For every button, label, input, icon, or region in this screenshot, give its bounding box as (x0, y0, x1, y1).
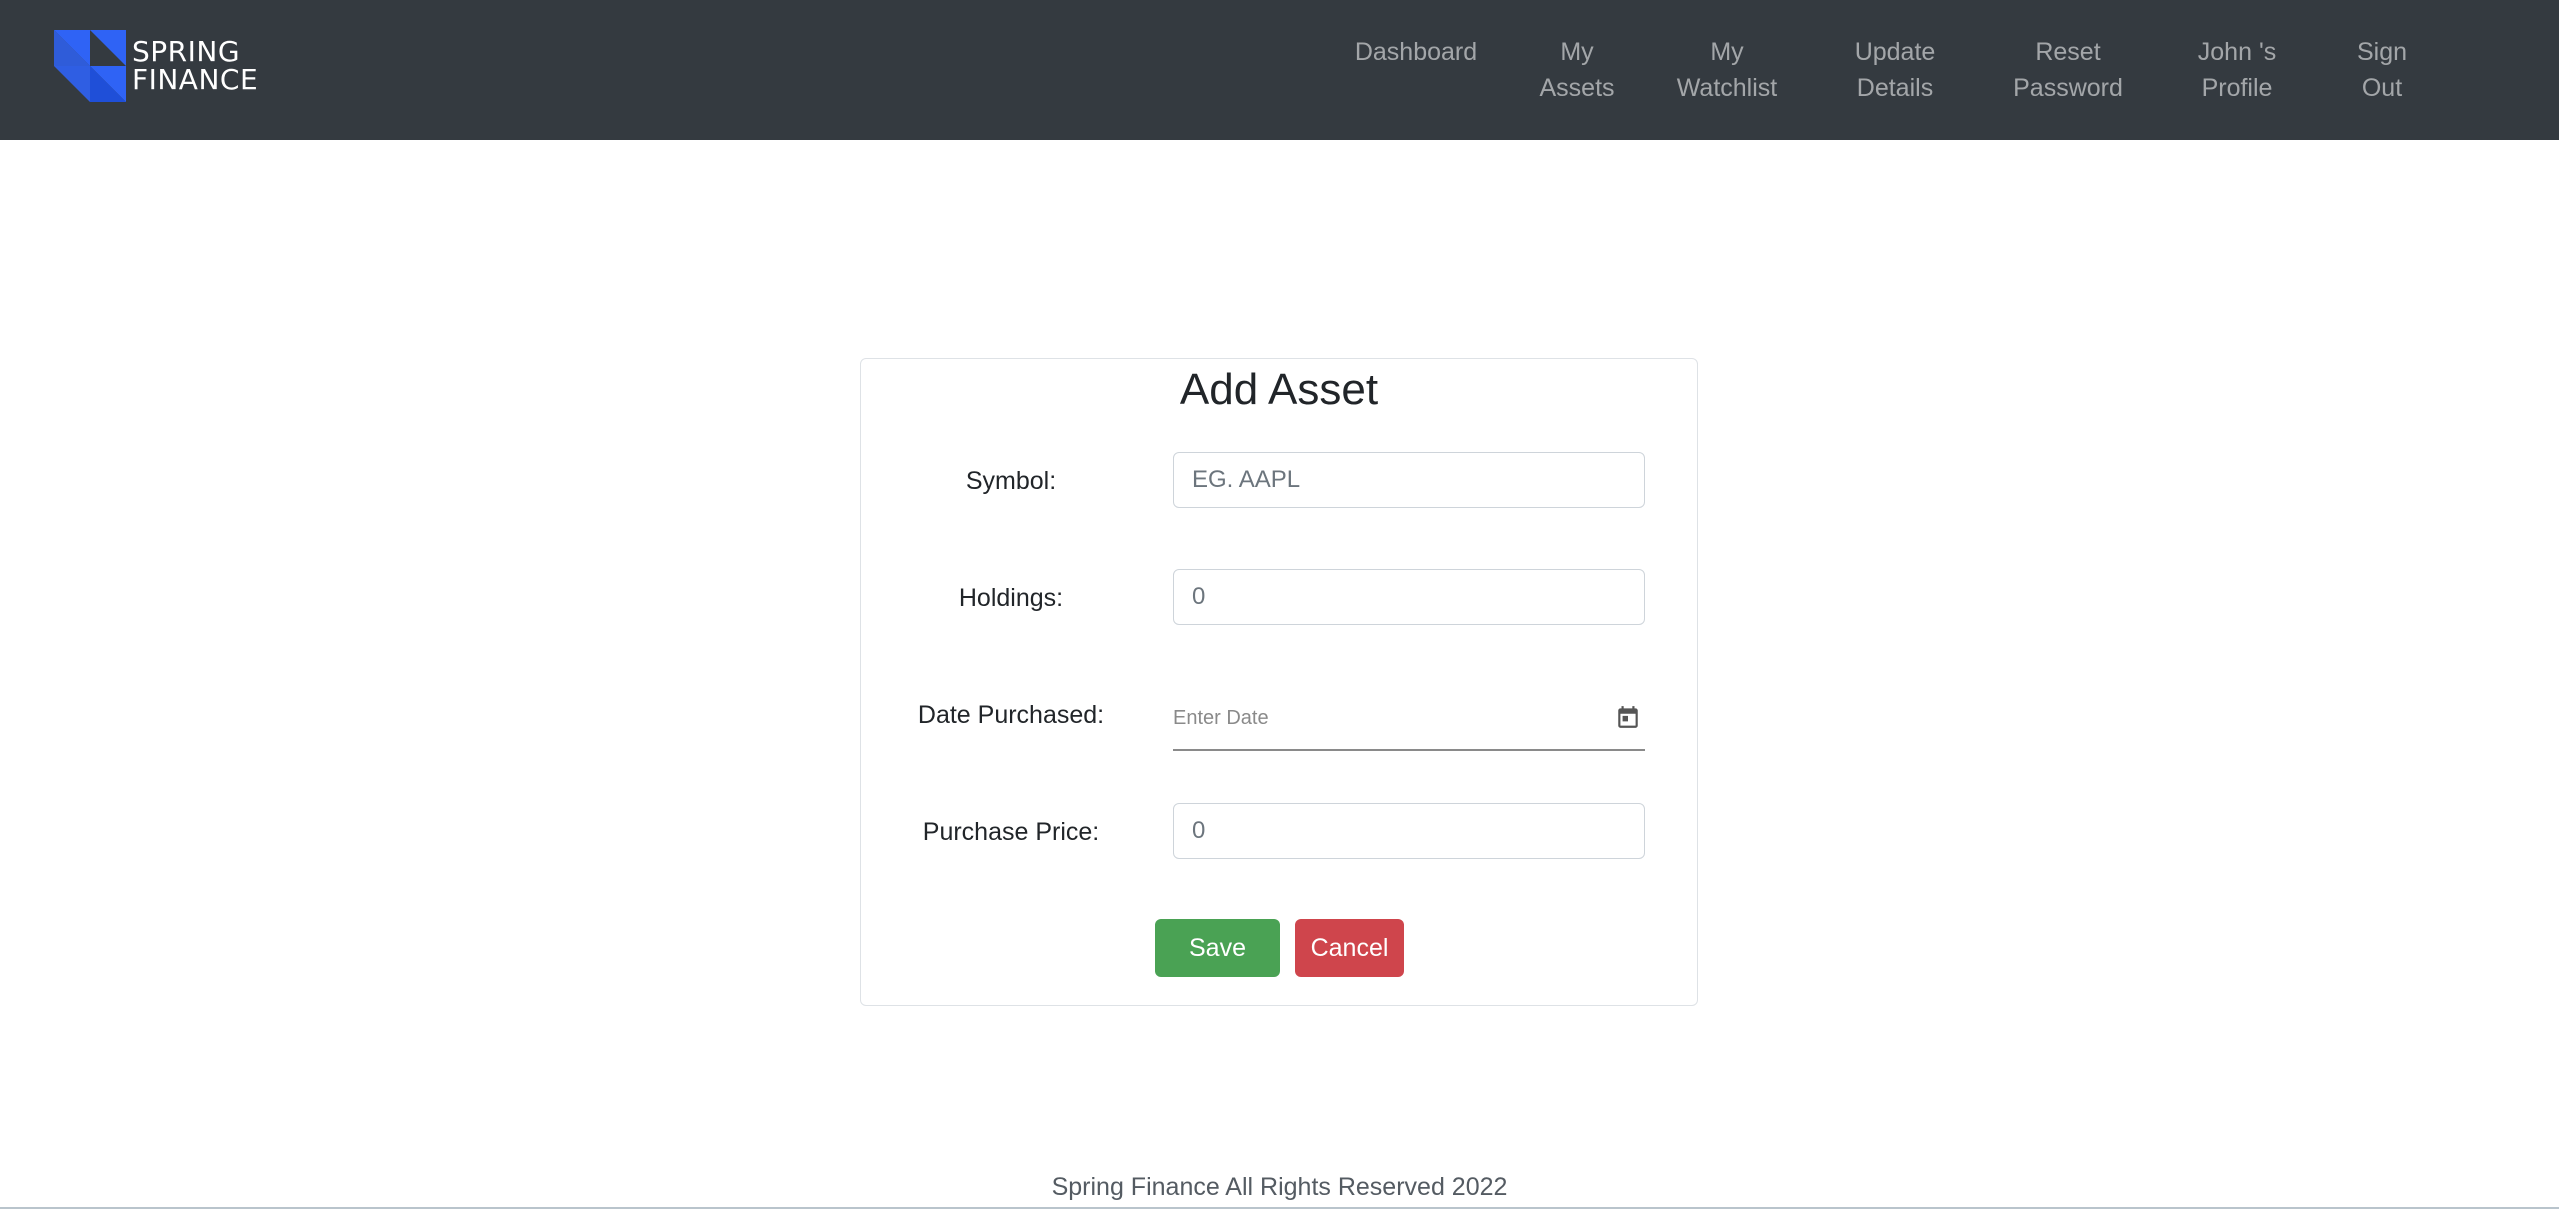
add-asset-card: Add Asset Symbol: Holdings: Date Purchas… (860, 358, 1698, 1006)
footer-divider (0, 1207, 2559, 1209)
nav-item-my-assets[interactable]: My Assets (1539, 34, 1614, 106)
date-purchased-input[interactable] (1173, 689, 1593, 747)
card-title: Add Asset (1179, 365, 1379, 414)
footer-text: Spring Finance All Rights Reserved 2022 (1051, 1173, 1508, 1201)
brand-name-line2: FINANCE (132, 63, 259, 96)
nav-item-sign-out[interactable]: Sign Out (2357, 34, 2407, 106)
cancel-button[interactable]: Cancel (1295, 919, 1404, 977)
purchase-price-input[interactable] (1173, 803, 1645, 859)
nav-item-profile[interactable]: John 's Profile (2198, 34, 2276, 106)
date-purchased-field (1173, 689, 1645, 751)
spring-finance-logo-icon (54, 30, 126, 102)
nav-item-dashboard[interactable]: Dashboard (1355, 34, 1477, 70)
nav-item-my-watchlist[interactable]: My Watchlist (1677, 34, 1777, 106)
brand-logo-link[interactable]: SPRING FINANCE (54, 30, 258, 102)
navbar: SPRING FINANCE Dashboard My Assets My Wa… (0, 0, 2559, 140)
date-purchased-label: Date Purchased: (917, 701, 1105, 729)
holdings-input[interactable] (1173, 569, 1645, 625)
purchase-price-label: Purchase Price: (922, 818, 1100, 846)
brand-name-line1: SPRING (132, 35, 241, 68)
symbol-input[interactable] (1173, 452, 1645, 508)
holdings-label: Holdings: (958, 584, 1064, 612)
nav-item-reset-password[interactable]: Reset Password (2013, 34, 2123, 106)
save-button[interactable]: Save (1155, 919, 1280, 977)
brand-name: SPRING FINANCE (132, 38, 258, 94)
symbol-label: Symbol: (965, 467, 1057, 495)
calendar-icon[interactable] (1615, 703, 1641, 731)
nav-item-update-details[interactable]: Update Details (1855, 34, 1936, 106)
